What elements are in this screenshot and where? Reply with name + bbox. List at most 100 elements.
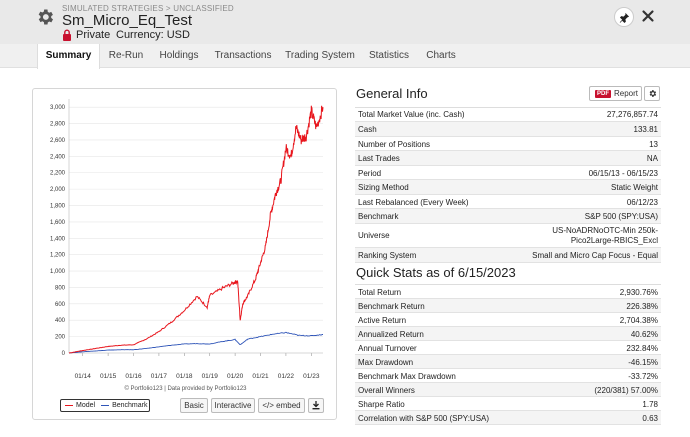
stat-value: -46.15%: [628, 358, 658, 367]
row-label: Period: [358, 169, 382, 178]
interactive-button[interactable]: Interactive: [211, 398, 255, 413]
stat-value: -33.72%: [628, 372, 658, 381]
row-label: Sizing Method: [358, 183, 409, 192]
x-tick-label: 01/14: [75, 373, 92, 380]
row-value: NA: [646, 154, 658, 163]
stats-row: Annualized Return 40.62%: [355, 327, 661, 341]
privacy-label: Private: [76, 29, 111, 41]
pin-button[interactable]: [614, 7, 634, 27]
legend-benchmark-swatch: [101, 405, 110, 406]
stat-label: Overall Winners: [358, 386, 415, 395]
performance-chart-panel: 0 200 400 600 800 1,000 1,200 1,400 1,600 1,800 2,…: [32, 88, 337, 420]
embed-button[interactable]: </> embed: [258, 398, 305, 413]
x-tick-label: 01/18: [176, 373, 193, 380]
stats-row: Benchmark Max Drawdown -33.72%: [355, 369, 661, 383]
tab-holdings[interactable]: Holdings: [155, 44, 203, 68]
row-label: Total Market Value (inc. Cash): [358, 110, 465, 119]
y-tick-label: 1,400: [50, 236, 66, 242]
row-value: 133.81: [633, 125, 658, 134]
stats-row: Overall Winners (220/381) 57.00%: [355, 383, 661, 397]
y-tick-label: 1,600: [50, 220, 66, 226]
info-row-sizing-method: Sizing Method Static Weight: [355, 180, 661, 195]
stat-label: Annual Turnover: [358, 344, 417, 353]
info-row-total-market-value: Total Market Value (inc. Cash) 27,276,85…: [355, 108, 661, 122]
legend-model-swatch: [65, 405, 73, 406]
x-tick-label: 01/23: [303, 373, 320, 380]
stat-value: 40.62%: [630, 330, 658, 339]
ranking-system-link[interactable]: Small and Micro Cap Focus - Equal: [532, 251, 658, 260]
row-value: 27,276,857.74: [606, 110, 658, 119]
general-info-title: General Info: [356, 86, 428, 101]
tab-transactions[interactable]: Transactions: [210, 44, 276, 68]
strategy-header: SIMULATED STRATEGIES > UNCLASSIFIED Sm_M…: [0, 0, 690, 44]
y-tick-label: 1,800: [50, 204, 66, 210]
settings-button[interactable]: [644, 86, 660, 101]
info-row-last-trades: Last Trades NA: [355, 151, 661, 166]
plot-area: [69, 99, 323, 353]
info-row-ranking-system: Ranking System Small and Micro Cap Focus…: [355, 248, 661, 263]
y-tick-label: 2,000: [50, 187, 66, 193]
stats-row: Total Return 2,930.76%: [355, 285, 661, 299]
report-button[interactable]: PDF Report: [589, 86, 642, 101]
y-tick-label: 800: [55, 285, 66, 291]
row-value: 06/12/23: [626, 198, 658, 207]
stat-label: Active Return: [358, 316, 407, 325]
stat-value: 232.84%: [626, 344, 658, 353]
y-tick-label: 0: [62, 351, 66, 357]
stats-row: Max Drawdown -46.15%: [355, 355, 661, 369]
download-icon: [312, 401, 320, 410]
row-value: Static Weight: [611, 183, 658, 192]
y-tick-label: 600: [55, 302, 66, 308]
universe-link[interactable]: US-NoADRNoOTC-Min 250k-: [552, 226, 658, 235]
tab-statistics[interactable]: Statistics: [364, 44, 414, 68]
tab-rerun[interactable]: Re-Run: [103, 44, 149, 68]
legend-model-label[interactable]: Model: [76, 402, 95, 409]
x-tick-label: 01/19: [202, 373, 219, 380]
info-row-last-rebalanced: Last Rebalanced (Every Week) 06/12/23: [355, 195, 661, 209]
y-tick-label: 3,000: [50, 105, 66, 111]
stat-label: Max Drawdown: [358, 358, 414, 367]
currency-label: Currency: USD: [116, 29, 190, 41]
row-label: Last Rebalanced (Every Week): [358, 198, 469, 207]
positions-count-link[interactable]: 13: [649, 140, 658, 149]
quick-stats-title: Quick Stats as of 6/15/2023: [356, 265, 516, 280]
close-icon[interactable]: [640, 8, 656, 24]
x-tick-label: 01/15: [100, 373, 117, 380]
stat-value: 2,930.76%: [619, 288, 658, 297]
row-label: Universe: [358, 231, 390, 240]
tab-bar: Summary Re-Run Holdings Transactions Tra…: [0, 44, 690, 69]
info-row-positions: Number of Positions 13: [355, 137, 661, 151]
universe-link-line2[interactable]: Pico2Large-RBICS_Excl: [571, 236, 658, 245]
legend-benchmark-label[interactable]: Benchmark: [112, 402, 147, 409]
y-tick-label: 2,600: [50, 138, 66, 144]
y-tick-label: 1,200: [50, 253, 66, 259]
stat-label: Sharpe Ratio: [358, 400, 405, 409]
y-tick-label: 200: [55, 335, 66, 341]
stat-value: 2,704.38%: [619, 316, 658, 325]
tab-summary[interactable]: Summary: [37, 44, 100, 69]
info-row-period: Period 06/15/13 - 06/15/23: [355, 166, 661, 180]
gear-icon[interactable]: [35, 7, 55, 27]
x-tick-label: 01/17: [151, 373, 168, 380]
basic-button[interactable]: Basic: [180, 398, 208, 413]
download-button[interactable]: [308, 398, 324, 413]
performance-chart[interactable]: 0 200 400 600 800 1,000 1,200 1,400 1,600 1,800 2,…: [33, 89, 338, 389]
positions-link[interactable]: Number of Positions: [358, 140, 430, 149]
tab-trading-system[interactable]: Trading System: [283, 44, 357, 68]
stats-row: Benchmark Return 226.38%: [355, 299, 661, 313]
chart-credit: © Portfolio123 | Data provided by Portfo…: [124, 386, 247, 392]
x-tick-label: 01/16: [125, 373, 142, 380]
y-tick-label: 400: [55, 318, 66, 324]
tab-charts[interactable]: Charts: [421, 44, 461, 68]
general-info-table: Total Market Value (inc. Cash) 27,276,85…: [355, 107, 661, 263]
stat-value: 226.38%: [626, 302, 658, 311]
stats-row: Sharpe Ratio 1.78: [355, 397, 661, 411]
x-tick-label: 01/22: [278, 373, 295, 380]
stats-row: Active Return 2,704.38%: [355, 313, 661, 327]
info-row-benchmark: Benchmark S&P 500 (SPY:USA): [355, 209, 661, 224]
stat-value: 1.78: [642, 400, 658, 409]
stat-label: Correlation with S&P 500 (SPY:USA): [358, 414, 490, 423]
pin-icon: [619, 12, 629, 23]
row-value: S&P 500 (SPY:USA): [584, 212, 658, 221]
row-value: 06/15/13 - 06/15/23: [588, 169, 658, 178]
